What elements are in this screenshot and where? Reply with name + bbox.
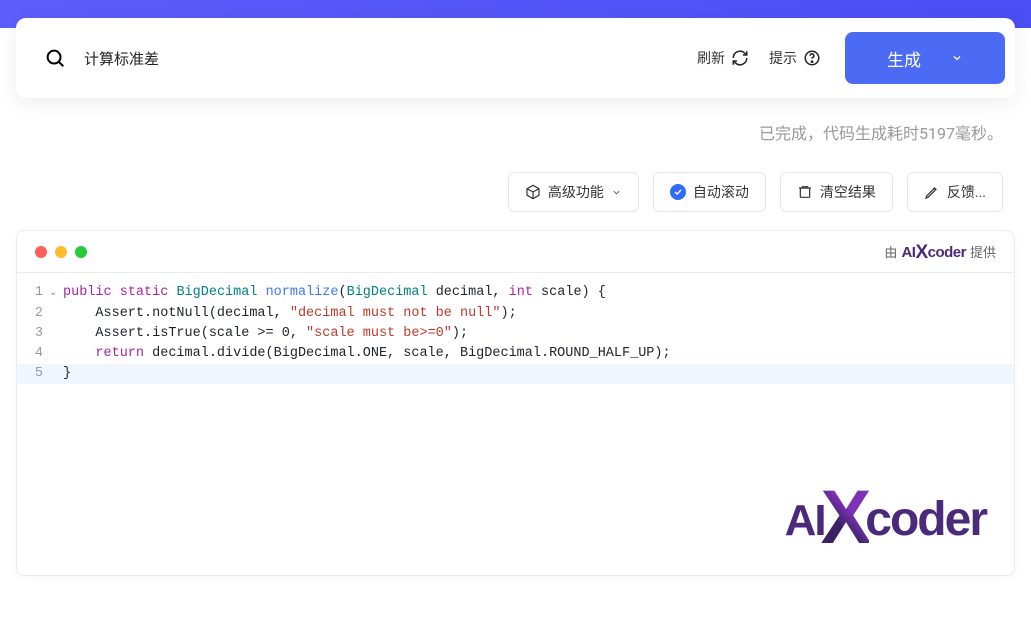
generate-button[interactable]: 生成 <box>845 32 1005 84</box>
tip-label: 提示 <box>769 48 797 68</box>
line-number: 2 <box>17 304 49 324</box>
code-panel: 由 AIXcoder 提供 1 ⌄ public static BigDecim… <box>16 230 1015 576</box>
refresh-button[interactable]: 刷新 <box>691 44 755 72</box>
code-text: public static BigDecimal normalize(BigDe… <box>63 283 606 303</box>
by-suffix: 提供 <box>970 242 996 261</box>
tip-button[interactable]: 提示 <box>763 44 827 72</box>
code-line: 3 Assert.isTrue(scale >= 0, "scale must … <box>17 324 1014 344</box>
code-header: 由 AIXcoder 提供 <box>17 231 1014 273</box>
code-line: 2 Assert.notNull(decimal, "decimal must … <box>17 304 1014 324</box>
line-number: 3 <box>17 324 49 344</box>
autoscroll-button[interactable]: 自动滚动 <box>653 172 766 212</box>
generate-label: 生成 <box>887 46 921 71</box>
code-body[interactable]: 1 ⌄ public static BigDecimal normalize(B… <box>17 273 1014 394</box>
traffic-light-yellow <box>55 246 67 258</box>
pencil-icon <box>924 184 940 200</box>
trash-icon <box>797 184 813 200</box>
help-icon <box>803 49 821 67</box>
check-circle-icon <box>670 184 686 200</box>
code-line: 1 ⌄ public static BigDecimal normalize(B… <box>17 283 1014 304</box>
brand-logo-small: AIXcoder <box>901 241 966 263</box>
status-text: 已完成，代码生成耗时5197毫秒。 <box>0 98 1031 144</box>
code-line: 5 } <box>17 364 1014 384</box>
traffic-light-red <box>35 246 47 258</box>
clear-button[interactable]: 清空结果 <box>780 172 893 212</box>
chevron-down-icon <box>951 52 963 64</box>
code-text: Assert.isTrue(scale >= 0, "scale must be… <box>63 324 468 344</box>
clear-label: 清空结果 <box>820 182 876 202</box>
toolbar: 高级功能 自动滚动 清空结果 反馈... <box>0 144 1031 212</box>
provided-by: 由 AIXcoder 提供 <box>884 241 996 263</box>
code-text: Assert.notNull(decimal, "decimal must no… <box>63 304 517 324</box>
search-input[interactable] <box>84 50 691 67</box>
fold-icon[interactable]: ⌄ <box>49 284 63 304</box>
chevron-down-icon <box>611 187 622 198</box>
traffic-light-green <box>75 246 87 258</box>
code-text: } <box>63 364 71 384</box>
brand-watermark: AIXcoder <box>785 466 986 553</box>
refresh-icon <box>731 49 749 67</box>
feedback-button[interactable]: 反馈... <box>907 172 1003 212</box>
search-bar: 刷新 提示 生成 <box>16 18 1015 98</box>
search-actions: 刷新 提示 生成 <box>691 32 1005 84</box>
advanced-label: 高级功能 <box>548 182 604 202</box>
line-number: 1 <box>17 283 49 303</box>
autoscroll-label: 自动滚动 <box>693 182 749 202</box>
line-number: 4 <box>17 344 49 364</box>
code-line: 4 return decimal.divide(BigDecimal.ONE, … <box>17 344 1014 364</box>
by-prefix: 由 <box>884 242 897 261</box>
line-number: 5 <box>17 364 49 384</box>
advanced-button[interactable]: 高级功能 <box>508 172 639 212</box>
search-icon <box>44 47 66 69</box>
cube-icon <box>525 184 541 200</box>
code-text: return decimal.divide(BigDecimal.ONE, sc… <box>63 344 671 364</box>
refresh-label: 刷新 <box>697 48 725 68</box>
traffic-lights <box>35 246 87 258</box>
feedback-label: 反馈... <box>947 182 986 202</box>
